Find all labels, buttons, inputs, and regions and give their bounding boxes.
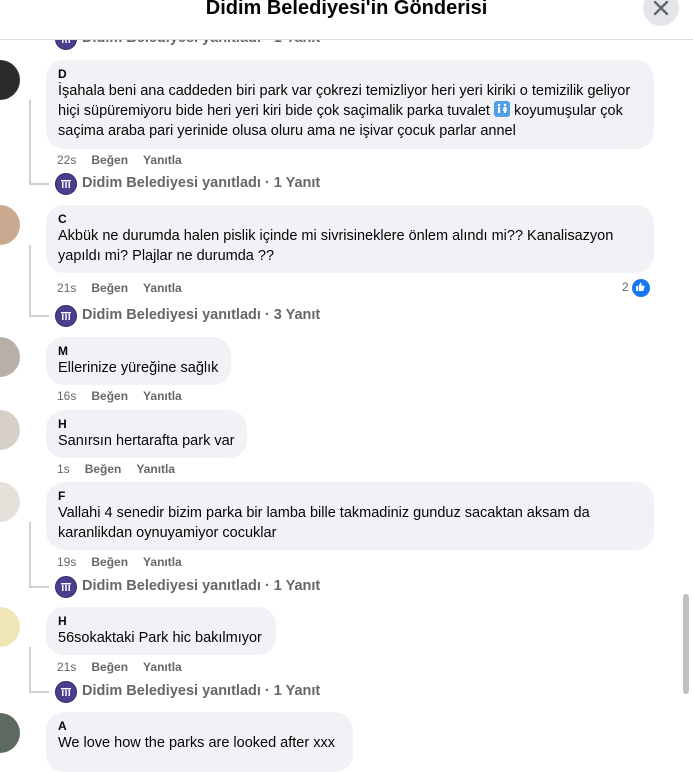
- comment-time[interactable]: 22s: [57, 153, 76, 167]
- page-avatar: [55, 681, 77, 703]
- comment-text: Akbük ne durumda halen pislik içinde mi …: [58, 228, 614, 264]
- comment-text: 56sokaktaki Park hic bakılmıyor: [58, 630, 262, 646]
- comment-bubble: H 56sokaktaki Park hic bakılmıyor: [46, 607, 276, 655]
- comment-author[interactable]: M: [58, 344, 219, 358]
- like-button[interactable]: Beğen: [91, 660, 128, 674]
- comment-bubble: D İşahala beni ana caddeden biri park va…: [46, 60, 654, 149]
- reaction-count: 2: [622, 280, 629, 294]
- restroom-emoji-icon: [494, 101, 510, 117]
- dialog-header: Didim Belediyesi'in Gönderisi: [0, 0, 693, 40]
- like-reaction-icon: [631, 278, 651, 298]
- comment-time[interactable]: 16s: [57, 389, 76, 403]
- reply-button[interactable]: Yanıtla: [143, 281, 182, 295]
- reply-button[interactable]: Yanıtla: [143, 660, 182, 674]
- page-title: Didim Belediyesi'in Gönderisi: [205, 0, 488, 19]
- comment-time[interactable]: 1s: [57, 462, 70, 476]
- replies-label: Didim Belediyesi yanıtladı · 3 Yanıt: [82, 307, 321, 323]
- avatar[interactable]: [0, 713, 20, 753]
- comment-actions: 16s Beğen Yanıtla: [57, 389, 197, 403]
- comment-bubble: F Vallahi 4 senedir bizim parka bir lamb…: [46, 482, 654, 550]
- page-avatar: [55, 305, 77, 327]
- comment-bubble: M Ellerinize yüreğine sağlık: [46, 337, 231, 385]
- reply-button[interactable]: Yanıtla: [143, 555, 182, 569]
- thread-connector: [29, 586, 49, 588]
- thread-line: [29, 100, 31, 184]
- page-avatar: [55, 576, 77, 598]
- reply-button[interactable]: Yanıtla: [143, 389, 182, 403]
- avatar[interactable]: [0, 482, 20, 522]
- like-button[interactable]: Beğen: [85, 462, 122, 476]
- comment-actions: 1s Beğen Yanıtla: [57, 462, 190, 476]
- avatar[interactable]: [0, 607, 20, 647]
- comment-text: Ellerinize yüreğine sağlık: [58, 360, 219, 376]
- like-button[interactable]: Beğen: [91, 555, 128, 569]
- replies-label: Didim Belediyesi yanıtladı · 1 Yanıt: [82, 175, 321, 191]
- avatar[interactable]: [0, 60, 20, 100]
- comment-author[interactable]: H: [58, 417, 235, 431]
- comment-time[interactable]: 21s: [57, 281, 76, 295]
- comment-bubble: A We love how the parks are looked after…: [46, 712, 353, 772]
- comment-text: We love how the parks are looked after x…: [58, 735, 335, 751]
- comment-time[interactable]: 21s: [57, 660, 76, 674]
- replies-label: Didim Belediyesi yanıtladı · 1 Yanıt: [82, 683, 321, 699]
- comment-text: Sanırsın hertarafta park var: [58, 433, 235, 449]
- page-avatar: [55, 173, 77, 195]
- thread-line: [29, 647, 31, 691]
- close-icon: [653, 0, 669, 16]
- comments-feed: Didim Belediyesi yanıtladı · 1 Yanıt D İ…: [0, 0, 693, 772]
- comment-text: İşahala beni ana caddeden biri park var …: [58, 81, 642, 141]
- comment-author[interactable]: F: [58, 489, 642, 503]
- thread-connector: [29, 315, 49, 317]
- avatar[interactable]: [0, 337, 20, 377]
- thread-connector: [29, 183, 49, 185]
- comment-author[interactable]: D: [58, 67, 642, 81]
- comment-author[interactable]: H: [58, 614, 264, 628]
- avatar[interactable]: [0, 205, 20, 245]
- close-button[interactable]: [643, 0, 679, 26]
- comment-text: Vallahi 4 senedir bizim parka bir lamba …: [58, 505, 590, 541]
- replies-label: Didim Belediyesi yanıtladı · 1 Yanıt: [82, 578, 321, 594]
- like-button[interactable]: Beğen: [91, 389, 128, 403]
- comment-time[interactable]: 19s: [57, 555, 76, 569]
- comment-bubble: C Akbük ne durumda halen pislik içinde m…: [46, 205, 654, 273]
- comment-actions: 21s Beğen Yanıtla: [57, 660, 197, 674]
- scrollbar[interactable]: [683, 594, 689, 694]
- like-button[interactable]: Beğen: [91, 281, 128, 295]
- comment-actions: 22s Beğen Yanıtla: [57, 153, 197, 167]
- reply-button[interactable]: Yanıtla: [136, 462, 175, 476]
- comment-actions: 21s Beğen Yanıtla: [57, 281, 197, 295]
- comment-actions: 19s Beğen Yanıtla: [57, 555, 197, 569]
- reply-button[interactable]: Yanıtla: [143, 153, 182, 167]
- comment-author[interactable]: C: [58, 212, 642, 226]
- thread-line: [29, 245, 31, 316]
- comment-bubble: H Sanırsın hertarafta park var: [46, 410, 247, 458]
- thread-line: [29, 522, 31, 587]
- reaction-summary[interactable]: 2: [622, 278, 651, 298]
- comment-author[interactable]: A: [58, 719, 341, 733]
- like-button[interactable]: Beğen: [91, 153, 128, 167]
- thread-connector: [29, 691, 49, 693]
- avatar[interactable]: [0, 410, 20, 450]
